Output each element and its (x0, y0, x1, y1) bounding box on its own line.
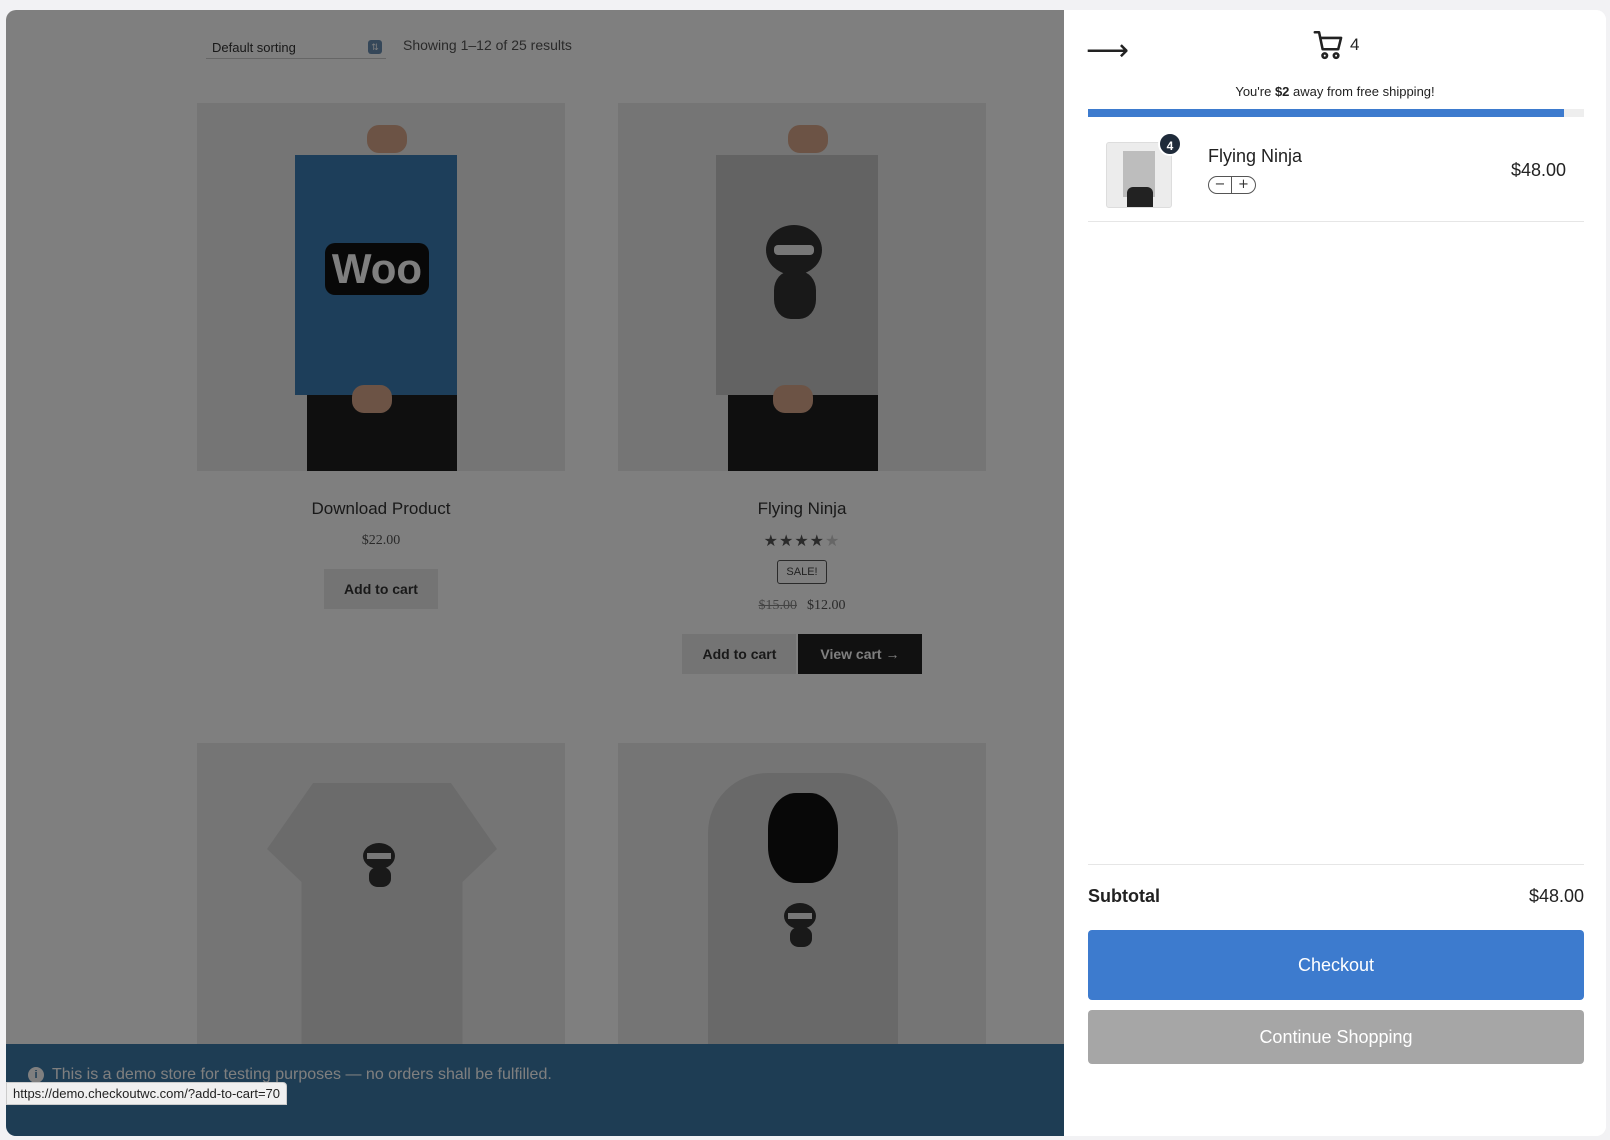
plus-icon[interactable]: + (1232, 177, 1255, 193)
subtotal-value: $48.00 (1528, 886, 1584, 906)
quantity-stepper: − + (1208, 176, 1256, 194)
close-arrow-icon[interactable]: ⟶ (1086, 36, 1129, 66)
checkout-button[interactable]: Checkout (1088, 930, 1584, 1000)
cart-count: 4 (1350, 35, 1360, 54)
minus-icon[interactable]: − (1209, 177, 1233, 193)
quantity-badge: 4 (1158, 132, 1182, 156)
continue-shopping-button[interactable]: Continue Shopping (1088, 1010, 1584, 1064)
modal-overlay[interactable] (6, 10, 1064, 1136)
side-cart-panel: ⟶ 4 You're $2 away from free shipping! 4… (1064, 10, 1606, 1136)
cart-item-name[interactable]: Flying Ninja (1208, 146, 1302, 167)
cart-icon (1313, 30, 1343, 60)
browser-window: Default sorting ⇅ Showing 1–12 of 25 res… (6, 10, 1606, 1136)
free-shipping-progress-fill (1088, 109, 1565, 117)
cart-item-price: $48.00 (1510, 160, 1566, 180)
cart-header: 4 (1312, 28, 1359, 62)
subtotal-label: Subtotal (1088, 886, 1160, 906)
totals-divider (1088, 864, 1584, 865)
free-shipping-progress (1088, 109, 1584, 117)
store-page: Default sorting ⇅ Showing 1–12 of 25 res… (6, 10, 1064, 1136)
cart-line-item: 4 Flying Ninja − + $48.00 (1088, 132, 1584, 222)
free-shipping-message: You're $2 away from free shipping! (1235, 84, 1435, 99)
status-bar-url: https://demo.checkoutwc.com/?add-to-cart… (6, 1082, 287, 1105)
